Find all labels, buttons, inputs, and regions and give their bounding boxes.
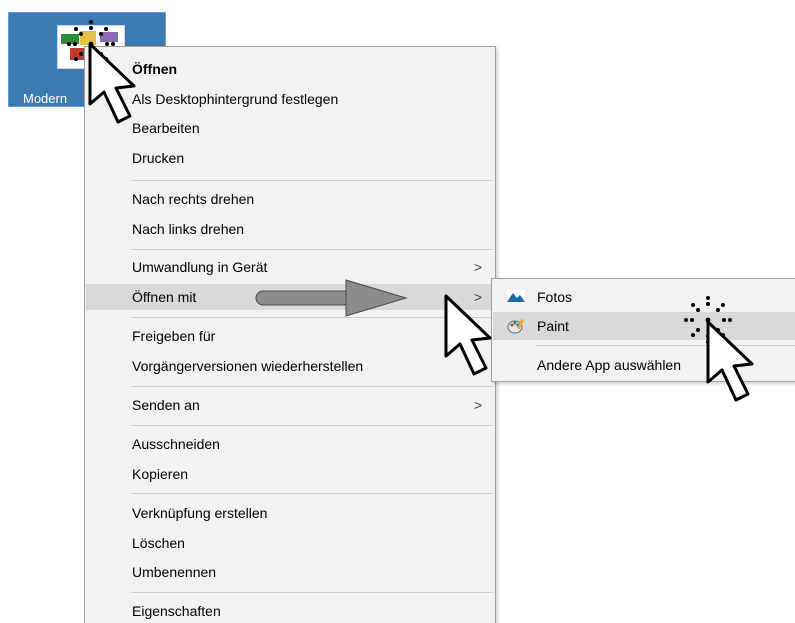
chevron-right-icon: > <box>473 289 483 305</box>
menu-item-copy[interactable]: Kopieren <box>86 461 494 487</box>
menu-item-label: Senden an <box>132 397 200 413</box>
menu-item-cast-to-device[interactable]: Umwandlung in Gerät > <box>86 254 494 280</box>
menu-item-label: Kopieren <box>132 466 189 482</box>
context-menu: Öffnen Als Desktophintergrund festlegen … <box>84 46 496 623</box>
menu-item-label: Nach rechts drehen <box>132 191 255 207</box>
open-with-submenu: Fotos Paint Andere App auswählen <box>491 278 795 382</box>
menu-item-label: Löschen <box>132 535 185 551</box>
menu-item-label: Vorgängerversionen wiederherstellen <box>132 358 364 374</box>
menu-item-label: Freigeben für <box>132 328 216 344</box>
submenu-item-paint[interactable]: Paint <box>493 312 795 340</box>
paint-icon <box>507 319 524 334</box>
menu-item-label: Öffnen <box>132 61 178 77</box>
menu-item-label: Verknüpfung erstellen <box>132 505 268 521</box>
menu-item-label: Öffnen mit <box>132 289 197 305</box>
menu-item-edit[interactable]: Bearbeiten <box>86 115 494 141</box>
menu-item-rename[interactable]: Umbenennen <box>86 559 494 585</box>
menu-item-label: Bearbeiten <box>132 120 200 136</box>
menu-separator <box>131 386 493 387</box>
menu-separator <box>131 249 493 250</box>
menu-item-open-with[interactable]: Öffnen mit > <box>86 284 494 310</box>
menu-separator <box>131 180 493 181</box>
menu-item-label: Umbenennen <box>132 564 217 580</box>
menu-item-label: Umwandlung in Gerät <box>132 259 268 275</box>
menu-item-send-to[interactable]: Senden an > <box>86 392 494 418</box>
photos-icon <box>507 290 525 304</box>
menu-separator <box>131 317 493 318</box>
menu-item-label: Eigenschaften <box>132 603 221 619</box>
menu-item-properties[interactable]: Eigenschaften <box>86 598 494 623</box>
submenu-item-photos[interactable]: Fotos <box>493 283 795 311</box>
menu-item-delete[interactable]: Löschen <box>86 530 494 556</box>
chevron-right-icon: > <box>473 259 483 275</box>
menu-separator <box>131 493 493 494</box>
menu-item-set-desktop-background[interactable]: Als Desktophintergrund festlegen <box>86 86 494 112</box>
screenshot-stage: Modern Öffnen Als Desktophintergrund fes… <box>0 0 795 623</box>
menu-item-open[interactable]: Öffnen <box>86 56 494 82</box>
menu-item-rotate-left[interactable]: Nach links drehen <box>86 216 494 242</box>
menu-separator <box>131 592 493 593</box>
menu-item-restore-previous-versions[interactable]: Vorgängerversionen wiederherstellen <box>86 353 494 379</box>
menu-item-label: Ausschneiden <box>132 436 220 452</box>
submenu-item-label: Paint <box>537 318 569 334</box>
menu-separator <box>131 425 493 426</box>
chevron-right-icon: > <box>473 397 483 413</box>
submenu-item-label: Fotos <box>537 289 573 305</box>
menu-item-cut[interactable]: Ausschneiden <box>86 431 494 457</box>
submenu-item-choose-other-app[interactable]: Andere App auswählen <box>493 351 795 379</box>
menu-item-share-with[interactable]: Freigeben für <box>86 323 494 349</box>
menu-item-label: Drucken <box>132 150 185 166</box>
menu-item-create-shortcut[interactable]: Verknüpfung erstellen <box>86 500 494 526</box>
menu-item-label: Als Desktophintergrund festlegen <box>132 91 339 107</box>
submenu-item-label: Andere App auswählen <box>537 357 681 373</box>
submenu-separator <box>536 345 795 346</box>
menu-item-rotate-right[interactable]: Nach rechts drehen <box>86 186 494 212</box>
menu-item-label: Nach links drehen <box>132 221 245 237</box>
menu-item-print[interactable]: Drucken <box>86 145 494 171</box>
